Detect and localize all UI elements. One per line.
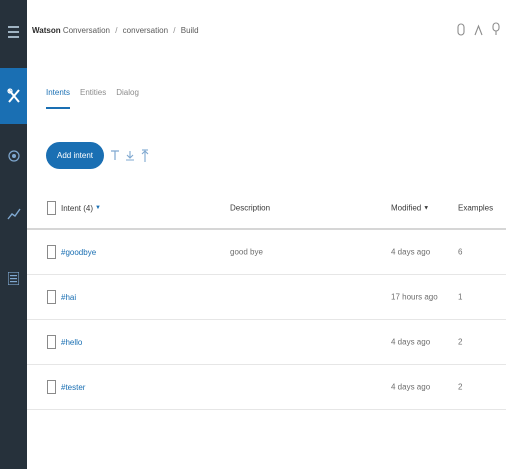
intent-examples-count: 6 (458, 247, 463, 257)
tab-intents[interactable]: Intents (46, 88, 71, 109)
app-header: Watson Conversation / conversation / Bui… (27, 0, 506, 60)
chart-icon[interactable] (0, 186, 27, 242)
list-icon[interactable] (0, 250, 27, 306)
intent-examples-count: 2 (458, 337, 463, 347)
intent-name-link[interactable]: #tester (61, 383, 85, 392)
intent-cell: #goodbye (47, 245, 96, 259)
name-header-label: Intent (4) (61, 203, 94, 213)
name-header[interactable]: Intent (4) ▼ (47, 201, 101, 215)
sort-caret-icon: ▼ (95, 205, 101, 211)
build-tabs: Intents Entities Dialog (46, 88, 139, 109)
info-icon[interactable] (457, 22, 465, 41)
intents-toolbar: Add intent (46, 142, 149, 169)
help-icon[interactable] (492, 22, 500, 41)
tab-dialog[interactable]: Dialog (116, 88, 139, 109)
table-row[interactable]: #hello 4 days ago 2 (27, 320, 506, 365)
menu-icon[interactable] (0, 4, 27, 60)
modified-header[interactable]: Modified ▼ (391, 204, 429, 213)
select-all-checkbox[interactable] (47, 201, 56, 215)
examples-header: Examples (458, 203, 494, 213)
target-icon[interactable] (0, 128, 27, 184)
row-checkbox[interactable] (47, 335, 56, 349)
table-row[interactable]: #tester 4 days ago 2 (27, 365, 506, 410)
upload-icon[interactable] (141, 148, 149, 163)
intent-cell: #hello (47, 335, 82, 349)
breadcrumb-workspace[interactable]: conversation (123, 26, 168, 35)
intent-modified: 17 hours ago (391, 292, 438, 302)
side-rail (0, 0, 27, 469)
modified-header-label: Modified (391, 203, 422, 213)
download-icon[interactable] (126, 150, 135, 161)
breadcrumb-separator: / (173, 26, 176, 35)
user-icon[interactable] (474, 23, 483, 41)
intent-cell: #tester (47, 380, 85, 394)
sort-caret-icon: ▼ (423, 205, 430, 211)
intent-examples-count: 2 (458, 382, 463, 392)
intent-modified: 4 days ago (391, 337, 431, 347)
breadcrumb-separator: / (115, 26, 118, 35)
intent-name-link[interactable]: #goodbye (61, 248, 96, 257)
table-row[interactable]: #goodbye good bye 4 days ago 6 (27, 230, 506, 275)
tools-icon[interactable] (0, 68, 27, 124)
breadcrumb: Watson Conversation / conversation / Bui… (32, 26, 199, 35)
tab-entities[interactable]: Entities (80, 88, 106, 109)
table-row[interactable]: #hai 17 hours ago 1 (27, 275, 506, 320)
filter-icon[interactable] (111, 150, 120, 161)
description-header: Description (230, 203, 271, 213)
breadcrumb-conversation[interactable]: Conversation (63, 26, 110, 35)
intent-examples-count: 1 (458, 292, 463, 302)
brand-name: Watson (32, 26, 61, 35)
row-checkbox[interactable] (47, 290, 56, 304)
breadcrumb-build: Build (180, 26, 199, 35)
intent-name-link[interactable]: #hello (61, 338, 82, 347)
intents-table: Intent (4) ▼ Description Modified ▼ Exam… (27, 188, 506, 410)
row-checkbox[interactable] (47, 245, 56, 259)
header-actions (457, 22, 500, 41)
add-intent-button[interactable]: Add intent (46, 142, 105, 169)
table-header-row: Intent (4) ▼ Description Modified ▼ Exam… (27, 188, 506, 230)
intent-description: good bye (230, 247, 263, 257)
intent-name-link[interactable]: #hai (61, 293, 76, 302)
intent-modified: 4 days ago (391, 382, 431, 392)
intent-cell: #hai (47, 290, 76, 304)
row-checkbox[interactable] (47, 380, 56, 394)
intent-modified: 4 days ago (391, 247, 431, 257)
